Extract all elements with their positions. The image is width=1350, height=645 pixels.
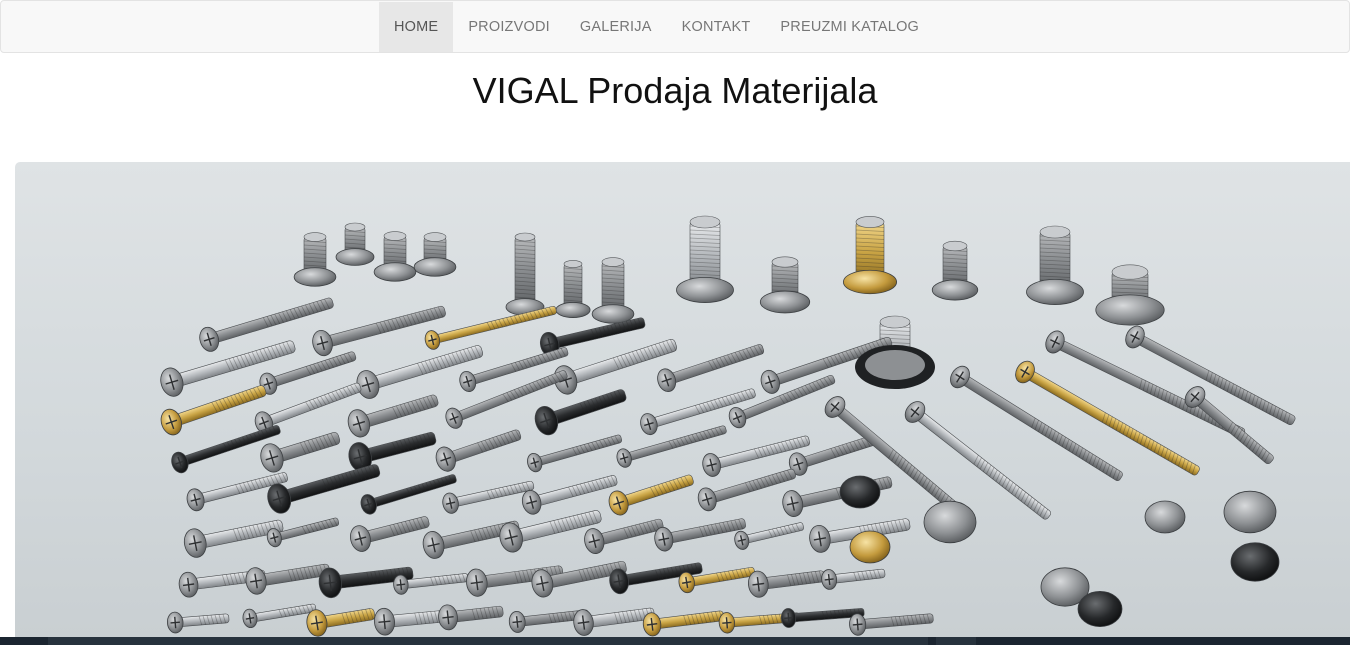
hero-image [15,162,1350,638]
screw [521,475,618,515]
screw [821,568,886,590]
screw-head [1230,542,1280,582]
bolt [676,215,734,304]
screw [266,517,340,548]
screw-head [1223,490,1277,534]
screw [242,603,317,629]
screw [350,516,430,552]
bolt [413,232,457,277]
nav-item-home[interactable]: HOME [379,2,454,52]
nav-item-galerija[interactable]: GALERIJA [565,2,667,52]
screw [654,518,746,552]
screw-head [839,475,881,509]
bolt [759,256,811,314]
screw [245,563,330,595]
screw [356,345,484,399]
screw [438,604,504,631]
screw [160,340,296,397]
bolt [1095,264,1165,326]
bolt [293,232,337,287]
bolt [842,216,898,295]
nav-item-proizvodi[interactable]: PROIZVODI [453,2,565,52]
nav-item-preuzmi-katalog[interactable]: PREUZMI KATALOG [765,2,934,52]
screw [347,394,439,438]
screw-head [1144,500,1186,534]
screws-illustration [160,215,1296,637]
screw [166,611,230,634]
screw [608,474,694,516]
screw [534,389,627,436]
bottom-bar-segment [48,637,928,645]
nav-menu: HOME PROIZVODI GALERIJA KONTAKT PREUZMI … [379,2,934,52]
screw [573,607,655,636]
bolt [555,260,591,318]
bottom-bar-segment [936,637,976,645]
screw-head [1077,590,1123,627]
bolt [931,240,979,301]
screw [435,429,522,472]
screw [1184,386,1274,465]
screw [748,570,826,598]
screw-head [923,500,977,544]
screw-head [849,530,891,564]
bolt [1026,225,1084,306]
top-navbar: HOME PROIZVODI GALERIJA KONTAKT PREUZMI … [0,0,1350,53]
bolt [505,232,545,316]
screw [527,434,623,473]
screw [642,610,725,637]
nav-item-kontakt[interactable]: KONTAKT [667,2,766,52]
screws-group [160,215,1296,637]
washer-inner [865,350,925,380]
bolt [335,222,375,266]
page-title: VIGAL Prodaja Materijala [472,70,878,111]
bolt [373,231,417,282]
bolt [591,257,635,324]
bottom-bar [0,637,1350,645]
